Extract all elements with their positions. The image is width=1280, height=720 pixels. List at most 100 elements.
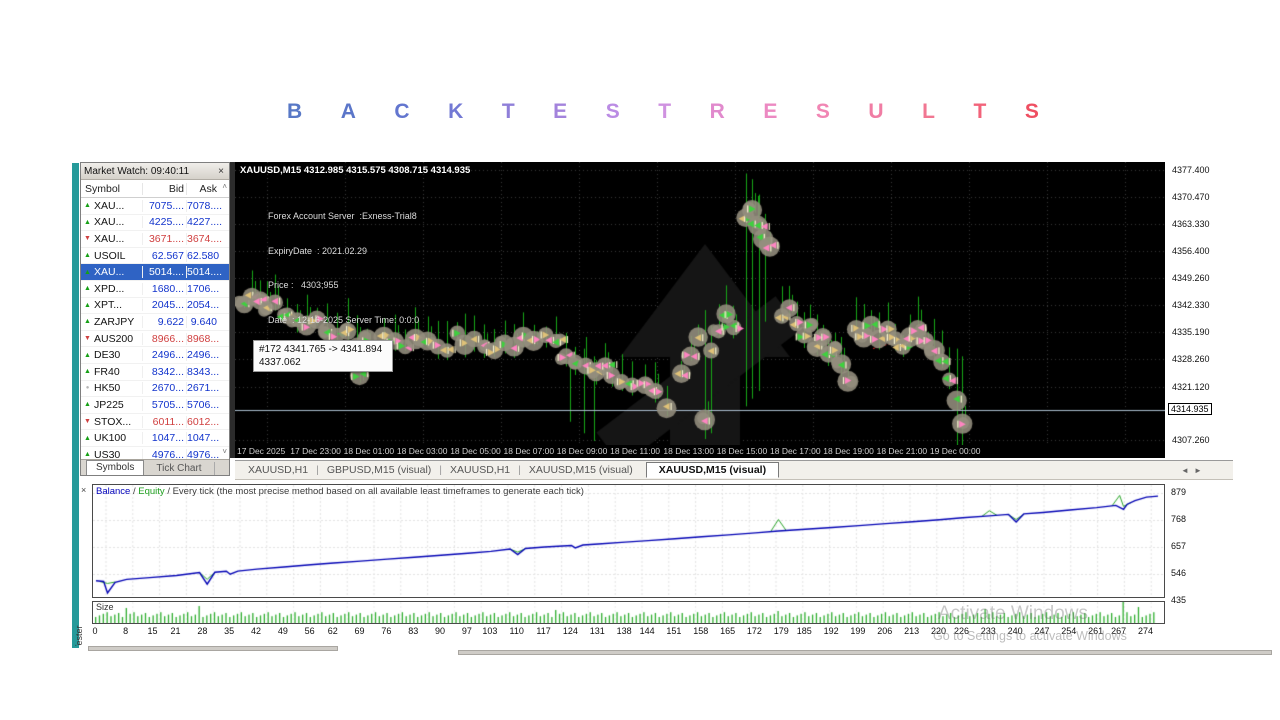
price-axis: 4377.4004370.4704363.3304356.4004349.260… bbox=[1165, 162, 1233, 458]
tester-x-label: 90 bbox=[429, 626, 451, 636]
symbol-name: FR40 bbox=[94, 366, 143, 378]
time-tick-label: 18 Dec 13:00 bbox=[663, 446, 714, 456]
tab-symbols[interactable]: Symbols bbox=[86, 460, 144, 475]
tester-x-label: 274 bbox=[1134, 626, 1156, 636]
tab-tick-chart[interactable]: Tick Chart bbox=[144, 462, 214, 475]
ea-info-line: ExpiryDate : 2021.02.29 bbox=[268, 246, 419, 258]
ask-value: 5706... bbox=[187, 399, 229, 411]
tester-x-label: 35 bbox=[218, 626, 240, 636]
bid-value: 1047... bbox=[143, 432, 187, 444]
bid-value: 1680... bbox=[143, 283, 187, 295]
chart-tab[interactable]: GBPUSD,M15 (visual) bbox=[320, 464, 438, 476]
title-letter: T bbox=[973, 100, 986, 128]
chart-tab[interactable]: XAUUSD,H1 bbox=[443, 464, 517, 476]
title-letter: L bbox=[922, 100, 935, 128]
column-symbol[interactable]: Symbol bbox=[81, 183, 143, 195]
bid-value: 8966... bbox=[143, 333, 187, 345]
arrow-up-icon: ▲ bbox=[81, 401, 94, 408]
tester-x-label: 165 bbox=[717, 626, 739, 636]
market-watch-row[interactable]: ▼STOX...6011...6012... bbox=[81, 414, 229, 431]
trade-tooltip: #172 4341.765 -> 4341.894 4337.062 bbox=[253, 340, 393, 372]
price-tick-label: 4349.260 bbox=[1172, 273, 1210, 283]
market-watch-row[interactable]: ▲XAU...5014....5014.... bbox=[81, 264, 229, 281]
scroll-up-icon[interactable]: ˄ bbox=[222, 182, 227, 191]
market-watch-row[interactable]: ▲XAU...4225....4227.... bbox=[81, 215, 229, 232]
tester-x-label: 97 bbox=[456, 626, 478, 636]
balance-equity-chart-canvas[interactable] bbox=[93, 485, 1164, 597]
symbol-name: ZARJPY bbox=[94, 316, 143, 328]
balance-equity-chart: Balance / Equity / Every tick (the most … bbox=[92, 484, 1165, 598]
market-watch-row[interactable]: ▲XPT...2045...2054... bbox=[81, 298, 229, 315]
market-watch-row[interactable]: ▲DE302496...2496... bbox=[81, 347, 229, 364]
horizontal-scrollbar[interactable] bbox=[458, 650, 1272, 655]
chart-ohlc-title: XAUUSD,M15 4312.985 4315.575 4308.715 43… bbox=[240, 165, 470, 176]
title-letter: T bbox=[658, 100, 671, 128]
horizontal-scrollbar[interactable] bbox=[88, 646, 338, 651]
market-watch-row[interactable]: ▲XPD...1680...1706... bbox=[81, 281, 229, 298]
market-watch-rows: ▲XAU...7075....7078....▲XAU...4225....42… bbox=[81, 198, 229, 464]
arrow-down-icon: ▼ bbox=[81, 235, 94, 242]
tester-x-label: 56 bbox=[299, 626, 321, 636]
chart-tab[interactable]: XAUUSD,M15 (visual) bbox=[646, 462, 779, 478]
price-tick-label: 4377.400 bbox=[1172, 165, 1210, 175]
tester-x-label: 42 bbox=[245, 626, 267, 636]
market-watch-row[interactable]: ▼XAU...3671....3674.... bbox=[81, 231, 229, 248]
tester-x-label: 0 bbox=[84, 626, 106, 636]
tester-x-label: 206 bbox=[874, 626, 896, 636]
arrow-up-icon: ▲ bbox=[81, 252, 94, 259]
arrow-up-icon: ▲ bbox=[81, 368, 94, 375]
activate-windows-subtext: Go to Settings to activate Windows bbox=[933, 629, 1127, 643]
tester-x-label: 103 bbox=[479, 626, 501, 636]
chart-tab[interactable]: XAUUSD,M15 (visual) bbox=[522, 464, 640, 476]
ask-value: 2496... bbox=[187, 349, 229, 361]
ask-value: 1047... bbox=[187, 432, 229, 444]
trade-tooltip-line2: 4337.062 bbox=[259, 356, 387, 369]
tester-x-label: 69 bbox=[349, 626, 371, 636]
tester-x-label: 8 bbox=[115, 626, 137, 636]
time-tick-label: 18 Dec 21:00 bbox=[877, 446, 928, 456]
tester-x-label: 138 bbox=[613, 626, 635, 636]
title-letter: U bbox=[868, 100, 883, 128]
tester-x-label: 179 bbox=[770, 626, 792, 636]
tester-vertical-tab[interactable]: Tester bbox=[74, 612, 86, 646]
market-watch-row[interactable]: ▲XAU...7075....7078.... bbox=[81, 198, 229, 215]
tester-y-label: 879 bbox=[1171, 487, 1186, 497]
tester-x-label: 124 bbox=[559, 626, 581, 636]
tester-x-label: 151 bbox=[663, 626, 685, 636]
symbol-name: XPD... bbox=[94, 283, 143, 295]
time-tick-label: 17 Dec 23:00 bbox=[290, 446, 341, 456]
arrow-up-icon: ▲ bbox=[81, 302, 94, 309]
time-tick-label: 18 Dec 07:00 bbox=[504, 446, 555, 456]
ask-value: 9.640 bbox=[187, 316, 229, 328]
tester-x-label: 49 bbox=[272, 626, 294, 636]
title-letter: E bbox=[553, 100, 567, 128]
chart-tab[interactable]: XAUUSD,H1 bbox=[241, 464, 315, 476]
symbol-name: XAU... bbox=[94, 200, 143, 212]
tabs-scroll-right-icon[interactable]: ► bbox=[1194, 466, 1202, 475]
ea-info-line: Forex Account Server :Exness-Trial8 bbox=[268, 211, 419, 223]
scroll-down-icon[interactable]: ˅ bbox=[222, 447, 227, 456]
market-watch-row[interactable]: ▲JP2255705...5706... bbox=[81, 397, 229, 414]
column-bid[interactable]: Bid bbox=[143, 183, 187, 195]
tester-close-icon[interactable]: × bbox=[81, 485, 86, 495]
arrow-up-icon: ▲ bbox=[81, 285, 94, 292]
title-letter: S bbox=[816, 100, 830, 128]
tester-y-label: 546 bbox=[1171, 568, 1186, 578]
title-letter: T bbox=[502, 100, 515, 128]
tester-x-label: 213 bbox=[901, 626, 923, 636]
tabs-scroll-left-icon[interactable]: ◄ bbox=[1181, 466, 1189, 475]
current-price-label: 4314.935 bbox=[1168, 403, 1212, 415]
title-letter: K bbox=[448, 100, 463, 128]
market-watch-row[interactable]: ▲FR408342...8343... bbox=[81, 364, 229, 381]
market-watch-row[interactable]: ▼AUS2008966...8968... bbox=[81, 331, 229, 348]
bid-value: 7075.... bbox=[143, 200, 187, 212]
market-watch-row[interactable]: ▲USOIL62.56762.580 bbox=[81, 248, 229, 265]
arrow-down-icon: ▼ bbox=[81, 335, 94, 342]
ask-value: 7078.... bbox=[187, 200, 229, 212]
chart-tab-bar: XAUUSD,H1|GBPUSD,M15 (visual)|XAUUSD,H1|… bbox=[235, 460, 1233, 480]
market-watch-row[interactable]: ●HK502670...2671... bbox=[81, 381, 229, 398]
close-icon[interactable]: × bbox=[216, 166, 226, 177]
market-watch-titlebar[interactable]: Market Watch: 09:40:11 × bbox=[81, 163, 229, 180]
market-watch-row[interactable]: ▲ZARJPY9.6229.640 bbox=[81, 314, 229, 331]
market-watch-row[interactable]: ▲UK1001047...1047... bbox=[81, 430, 229, 447]
